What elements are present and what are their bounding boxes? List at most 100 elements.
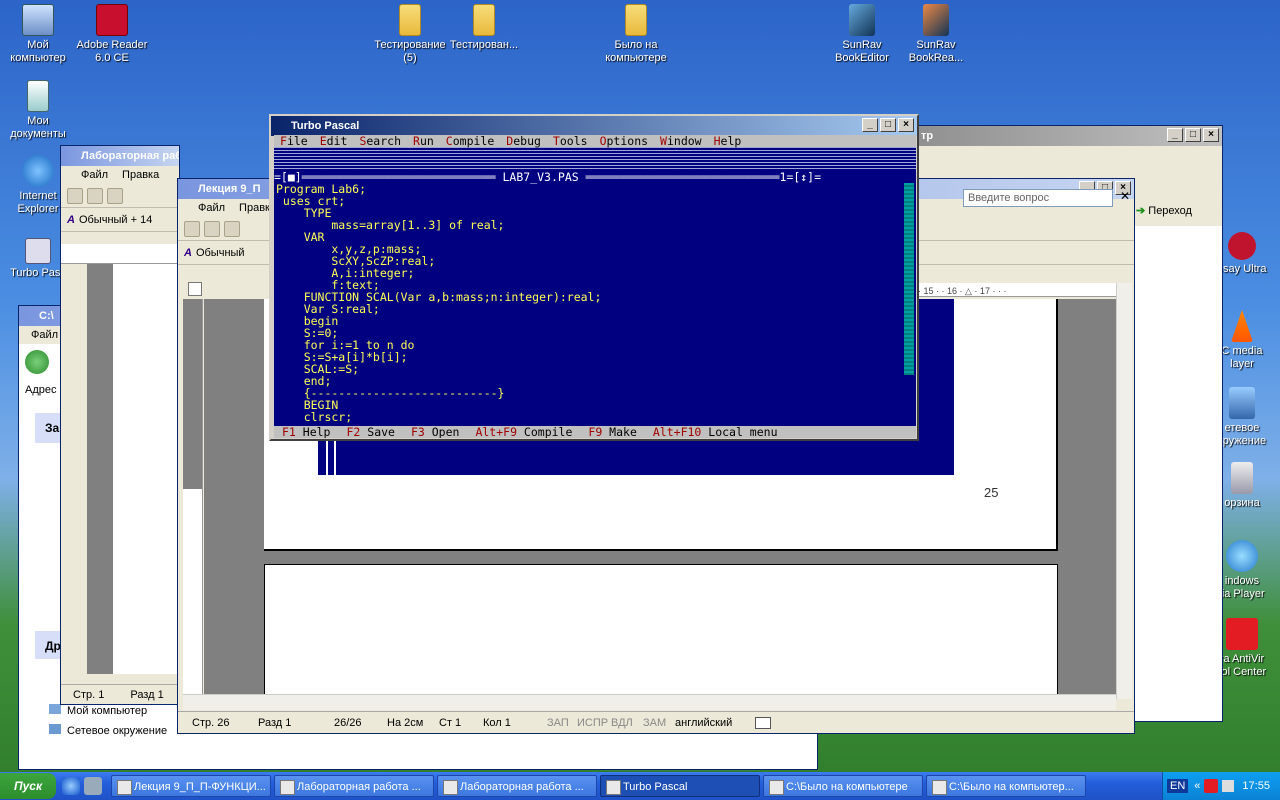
tp-menu-help[interactable]: Help: [714, 135, 742, 147]
code-line: S:=S+a[i]*b[i];: [276, 350, 408, 364]
computer-icon: [49, 704, 61, 714]
tp-menubar: File Edit Search Run Compile Debug Tools Option…: [274, 135, 916, 147]
tp-status-open[interactable]: F3 Open: [411, 425, 459, 438]
styles-icon[interactable]: A: [184, 247, 192, 259]
icon-label: Тестирование (5): [374, 39, 446, 64]
word-lab-window[interactable]: Лабораторная работа № 6.doc Файл Правка A…: [60, 145, 180, 705]
task-lecture[interactable]: Лекция 9_П_П-ФУНКЦИ...: [111, 775, 271, 797]
minimize-button[interactable]: _: [1167, 128, 1183, 142]
my-computer-icon[interactable]: Мой компьютер: [0, 4, 76, 65]
status-col: Кол 1: [483, 716, 511, 729]
save-icon[interactable]: [224, 220, 240, 237]
minimize-button[interactable]: _: [862, 118, 878, 132]
tp-menu-options[interactable]: Options: [600, 135, 648, 147]
styles-icon[interactable]: A: [67, 214, 75, 226]
standard-toolbar: [61, 184, 179, 208]
goto-label: Переход: [1148, 205, 1192, 217]
new-icon[interactable]: [67, 187, 83, 204]
style-select[interactable]: Обычный: [196, 247, 245, 259]
avira-tray-icon[interactable]: [1204, 779, 1219, 793]
tp-menu-edit[interactable]: Edit: [320, 135, 348, 147]
tp-status-make[interactable]: F9 Make: [588, 425, 636, 438]
sunrav-bookeditor-icon[interactable]: SunRav BookEditor: [824, 4, 900, 65]
folder-testing-5-icon[interactable]: Тестирование (5): [372, 4, 448, 65]
link-network[interactable]: Сетевое окружение: [49, 724, 167, 737]
folder-was-on-computer-icon[interactable]: Было на компьютере: [598, 4, 674, 65]
tp-menu-tools[interactable]: Tools: [553, 135, 588, 147]
menu-edit[interactable]: Правк: [239, 202, 270, 214]
status-ovr[interactable]: ЗАМ: [643, 717, 675, 729]
my-documents-icon[interactable]: Мои документы: [0, 80, 76, 141]
task-folder-2[interactable]: C:\Было на компьютер...: [926, 775, 1086, 797]
editor-frame-top: =[■]════════════════════════════ LAB7_V3…: [274, 171, 916, 183]
ie-quicklaunch-icon[interactable]: [62, 777, 80, 795]
tp-menu-debug[interactable]: Debug: [506, 135, 541, 147]
menu-label: ptions: [606, 135, 649, 148]
tp-menu-compile[interactable]: Compile: [446, 135, 494, 147]
icon-label: SunRav BookEditor: [835, 39, 889, 64]
icon-label: SunRav BookRea...: [908, 39, 964, 64]
status-hotkey: F3: [410, 425, 425, 438]
code-editor[interactable]: Program Lab6; uses crt; TYPE mass=array[…: [276, 183, 901, 423]
adobe-reader-icon[interactable]: Adobe Reader 6.0 CE: [74, 4, 150, 65]
chevron-left-icon[interactable]: «: [1194, 780, 1200, 792]
tp-status-compile[interactable]: Alt+F9 Compile: [475, 425, 572, 438]
close-button[interactable]: ×: [1203, 128, 1219, 142]
title-bar[interactable]: Лабораторная работа № 6.doc: [61, 146, 179, 166]
sunrav-bookreader-icon[interactable]: SunRav BookRea...: [898, 4, 974, 65]
tp-status-local-menu[interactable]: Alt+F10 Local menu: [653, 425, 778, 438]
task-lab-1[interactable]: Лабораторная работа ...: [274, 775, 434, 797]
back-button[interactable]: [25, 350, 49, 374]
status-ext[interactable]: ВДЛ: [611, 717, 643, 729]
menu-file[interactable]: Файл: [198, 202, 225, 214]
ruler: · 15 · · 16 · △ · 17 · · ·: [918, 283, 1116, 297]
zoom-box[interactable]: 1=[↕]=: [779, 170, 821, 184]
title-bar[interactable]: Turbo Pascal _ □ ×: [271, 116, 917, 136]
style-select[interactable]: Обычный + 14: [79, 214, 152, 226]
icon-label: indows lia Player: [1219, 575, 1265, 600]
ask-question-input[interactable]: Введите вопрос: [963, 189, 1113, 207]
tp-status-help[interactable]: F1 Help: [282, 425, 330, 438]
tp-status-save[interactable]: F2 Save: [346, 425, 394, 438]
menu-hotkey: W: [660, 135, 667, 148]
menu-edit[interactable]: Правка: [122, 169, 159, 181]
tp-menu-run[interactable]: Run: [413, 135, 434, 147]
folder-testing-icon[interactable]: Тестирован...: [446, 4, 522, 52]
tab-stop-selector[interactable]: [188, 282, 202, 296]
close-button[interactable]: ×: [898, 118, 914, 132]
code-line: SCAL:=S;: [276, 362, 360, 376]
maximize-button[interactable]: □: [1185, 128, 1201, 142]
open-icon[interactable]: [87, 187, 103, 204]
status-page: Стр. 26: [192, 716, 230, 729]
desktop-quicklaunch-icon[interactable]: [84, 777, 102, 795]
goto-button[interactable]: ➔ Переход: [1136, 201, 1222, 221]
menu-file[interactable]: Файл: [31, 329, 58, 341]
horizontal-scrollbar[interactable]: [183, 694, 1116, 710]
open-icon[interactable]: [204, 220, 220, 237]
link-my-computer[interactable]: Мой компьютер: [49, 704, 147, 717]
menu-hotkey: E: [319, 135, 327, 148]
task-folder-1[interactable]: C:\Было на компьютере: [763, 775, 923, 797]
icon-label: Тестирован...: [449, 39, 519, 51]
close-help-icon[interactable]: ✕: [1120, 189, 1130, 203]
new-icon[interactable]: [184, 220, 200, 237]
spelling-icon[interactable]: [755, 716, 771, 729]
status-trk[interactable]: ИСПР: [577, 717, 611, 729]
tp-menu-window[interactable]: Window: [660, 135, 702, 147]
save-icon[interactable]: [107, 187, 123, 204]
language-indicator[interactable]: EN: [1167, 779, 1189, 793]
editor-scrollbar[interactable]: [904, 183, 914, 375]
tp-menu-file[interactable]: File: [280, 135, 308, 147]
task-turbo-pascal[interactable]: Turbo Pascal: [600, 775, 760, 797]
menu-file[interactable]: Файл: [81, 169, 108, 181]
task-lab-2[interactable]: Лабораторная работа ...: [437, 775, 597, 797]
status-rec[interactable]: ЗАП: [547, 717, 577, 729]
vertical-scrollbar[interactable]: [1116, 283, 1132, 699]
status-label: Local menu: [701, 425, 778, 438]
code-line: Var S:real;: [276, 302, 380, 316]
maximize-button[interactable]: □: [880, 118, 896, 132]
tray-icon[interactable]: [1222, 780, 1235, 792]
start-button[interactable]: Пуск: [0, 773, 56, 799]
turbo-pascal-window[interactable]: Turbo Pascal _ □ × File Edit Search Run Compil…: [269, 114, 919, 441]
tp-menu-search[interactable]: Search: [359, 135, 401, 147]
